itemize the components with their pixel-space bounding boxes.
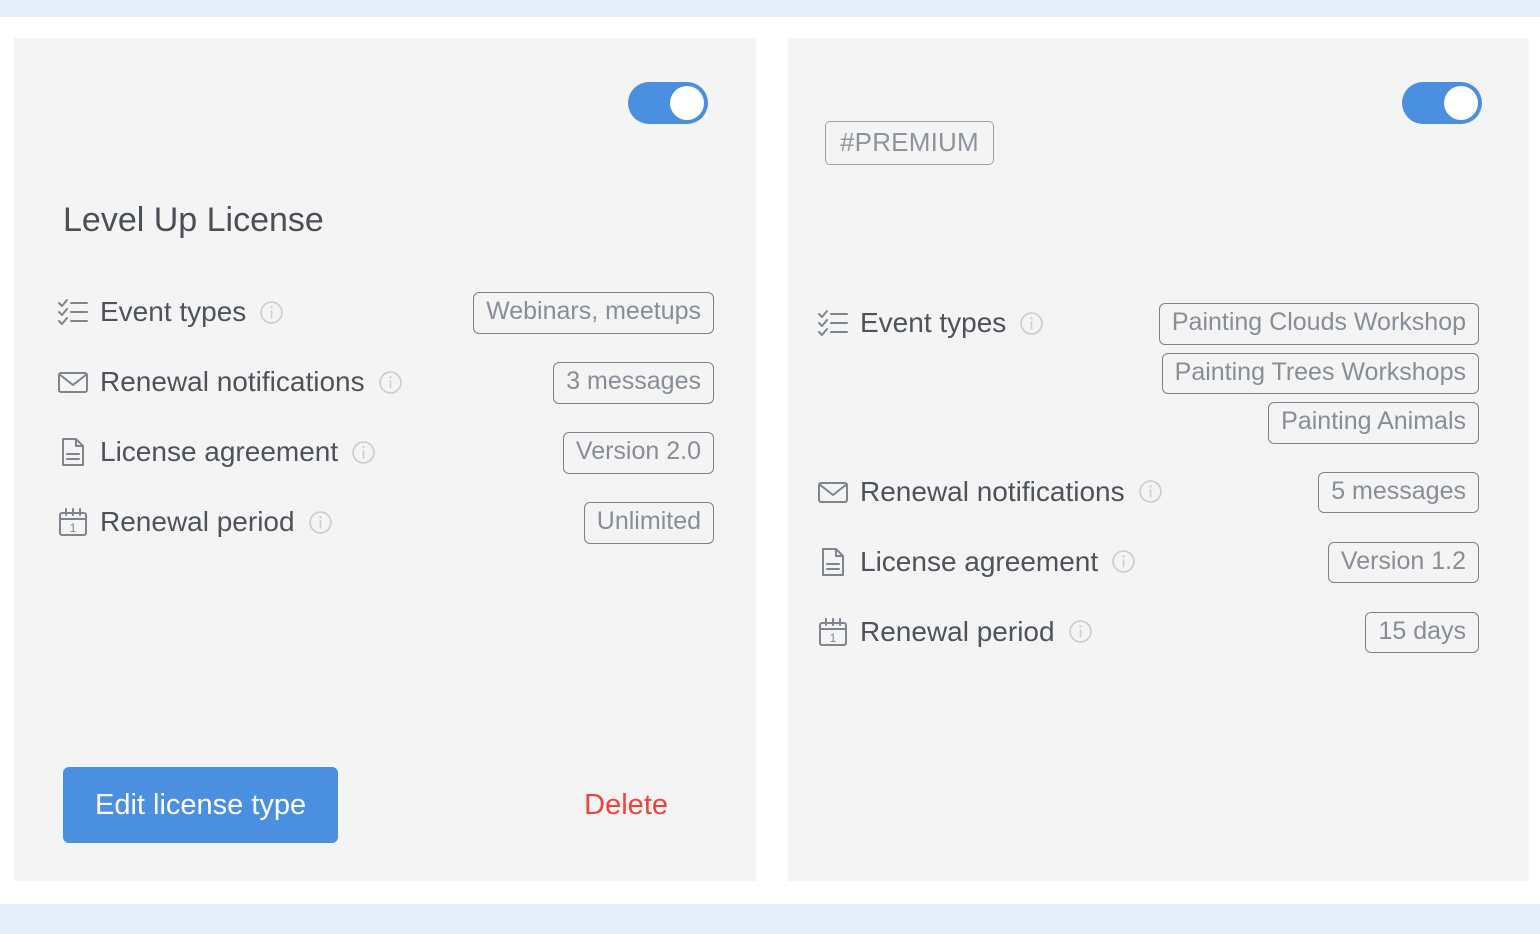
page-root: Level Up License Event types Webinars, m… <box>0 0 1540 934</box>
license-enabled-toggle[interactable] <box>1402 82 1482 124</box>
attribute-label: Renewal period <box>100 506 295 537</box>
attribute-label-group: 1 Renewal period <box>56 500 333 544</box>
attribute-value-group: 15 days <box>1093 610 1479 653</box>
attribute-value-group: Painting Clouds Workshop Painting Trees … <box>1044 301 1479 444</box>
attribute-label-group: Renewal notifications <box>56 360 403 404</box>
attribute-label: Event types <box>100 296 247 327</box>
attribute-row: Event types Webinars, meetups <box>56 290 714 334</box>
attribute-row: License agreement Version 1.2 <box>816 540 1479 584</box>
info-icon[interactable] <box>1068 619 1093 644</box>
info-icon[interactable] <box>378 370 403 395</box>
attribute-value-group: Version 2.0 <box>376 430 714 474</box>
attribute-value-pill[interactable]: Painting Clouds Workshop <box>1158 303 1479 345</box>
info-icon[interactable] <box>1111 549 1136 574</box>
attribute-row: Event types Painting Clouds Workshop Pai… <box>816 301 1479 444</box>
attribute-value-pill[interactable]: Painting Animals <box>1268 402 1479 444</box>
edit-license-type-button[interactable]: Edit license type <box>63 767 339 843</box>
attribute-value-group: Unlimited <box>333 500 714 544</box>
svg-text:1: 1 <box>830 631 837 645</box>
info-icon[interactable] <box>259 300 284 325</box>
attribute-value-pill[interactable]: Version 1.2 <box>1327 541 1479 583</box>
attribute-value-pill[interactable]: Version 2.0 <box>562 432 714 474</box>
attribute-value-group: 5 messages <box>1163 470 1479 513</box>
delete-button[interactable]: Delete <box>584 789 668 822</box>
attribute-label-group: License agreement <box>56 430 376 474</box>
attribute-label: Renewal period <box>860 615 1055 647</box>
attribute-value-pill[interactable]: Unlimited <box>583 502 714 544</box>
attribute-value-pill[interactable]: 5 messages <box>1318 471 1479 513</box>
license-card-list: Level Up License Event types Webinars, m… <box>14 38 1529 881</box>
info-icon[interactable] <box>351 440 376 465</box>
attribute-value-pill[interactable]: Painting Trees Workshops <box>1161 352 1479 394</box>
checklist-icon <box>816 306 850 340</box>
license-card-unlimited-knowledge: #PREMIUM Unlimited Knowledge License <box>788 38 1529 881</box>
info-icon[interactable] <box>1019 311 1044 336</box>
attribute-row: License agreement Version 2.0 <box>56 430 714 474</box>
attribute-value-pill[interactable]: 3 messages <box>553 362 714 404</box>
card-footer: Edit license type Delete <box>63 767 707 843</box>
attribute-value-group: Webinars, meetups <box>284 290 714 334</box>
envelope-icon <box>816 475 850 509</box>
attribute-row: Renewal notifications 5 messages <box>816 470 1479 514</box>
attribute-label: License agreement <box>860 545 1099 577</box>
envelope-icon <box>56 365 90 399</box>
attribute-label-group: Event types <box>56 290 284 334</box>
attribute-label: Renewal notifications <box>100 366 365 397</box>
attribute-label-group: 1 Renewal period <box>816 610 1093 654</box>
attribute-label: Renewal notifications <box>860 475 1125 507</box>
checklist-icon <box>56 295 90 329</box>
attribute-row: 1 Renewal period Unlimited <box>56 500 714 544</box>
calendar-icon: 1 <box>816 615 850 649</box>
document-icon <box>56 435 90 469</box>
license-card-level-up: Level Up License Event types Webinars, m… <box>14 38 756 881</box>
toggle-knob <box>1444 86 1478 120</box>
toggle-knob <box>670 86 704 120</box>
attribute-value-pill[interactable]: Webinars, meetups <box>473 292 714 334</box>
license-attribute-list: Event types Painting Clouds Workshop Pai… <box>816 301 1479 654</box>
attribute-label-group: License agreement <box>816 540 1136 584</box>
attribute-row: Renewal notifications 3 messages <box>56 360 714 404</box>
attribute-value-group: 3 messages <box>403 360 714 404</box>
attribute-label: License agreement <box>100 436 339 467</box>
attribute-label: Event types <box>860 307 1007 338</box>
calendar-icon: 1 <box>56 505 90 539</box>
card-title: Level Up License <box>63 201 324 239</box>
license-attribute-list: Event types Webinars, meetups Renewal no… <box>56 290 714 544</box>
info-icon[interactable] <box>308 510 333 535</box>
top-band <box>0 0 1540 17</box>
attribute-value-pill[interactable]: 15 days <box>1365 611 1479 653</box>
info-icon[interactable] <box>1138 479 1163 504</box>
premium-badge: #PREMIUM <box>825 121 994 165</box>
bottom-band <box>0 904 1540 934</box>
license-enabled-toggle[interactable] <box>628 82 708 124</box>
attribute-label-group: Event types <box>816 301 1044 345</box>
svg-text:1: 1 <box>70 521 77 535</box>
attribute-label-group: Renewal notifications <box>816 470 1163 514</box>
attribute-row: 1 Renewal period 15 days <box>816 610 1479 654</box>
attribute-value-group: Version 1.2 <box>1136 540 1479 583</box>
document-icon <box>816 545 850 579</box>
